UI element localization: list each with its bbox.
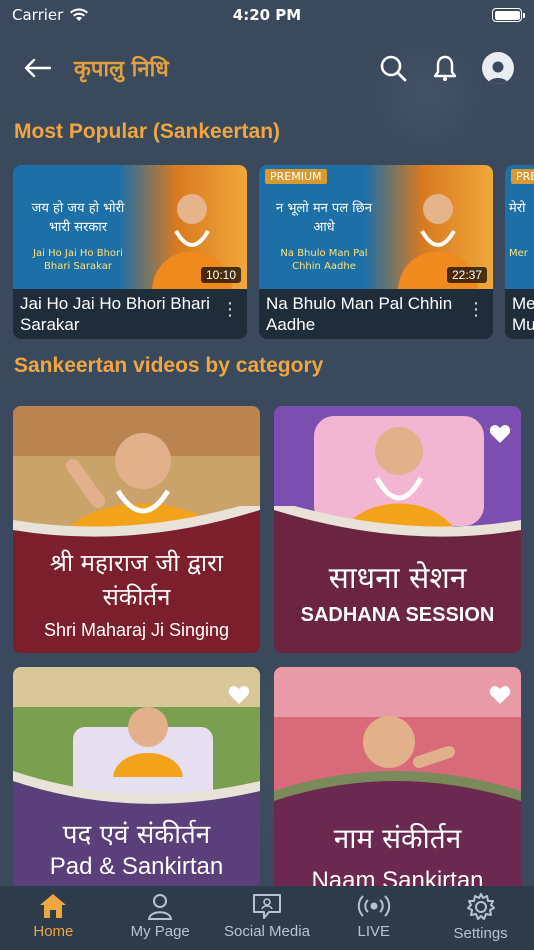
app-header: कृपालु निधि xyxy=(0,40,534,96)
category-hindi-title: नाम संकीर्तन xyxy=(333,822,462,855)
popular-carousel[interactable]: जय हो जय हो भोरी भारी सरकार Jai Ho Jai H… xyxy=(13,165,534,339)
header-actions xyxy=(378,52,514,84)
home-icon xyxy=(40,894,67,918)
carrier-label: Carrier xyxy=(12,6,64,24)
category-grid: श्री महाराज जी द्वारा संकीर्तन Shri Maha… xyxy=(13,406,521,914)
category-english-title: Shri Maharaj Ji Singing xyxy=(43,620,230,640)
gear-icon xyxy=(466,893,495,920)
app-logo: कृपालु निधि xyxy=(74,53,169,83)
video-duration: 10:10 xyxy=(200,267,241,283)
section-title-popular: Most Popular (Sankeertan) xyxy=(14,120,281,143)
notifications-button[interactable] xyxy=(430,53,460,83)
section-title-categories: Sankeertan videos by category xyxy=(14,354,324,377)
popular-video-card-partial[interactable]: PRE मेरो Mer Me Mu xyxy=(505,165,534,339)
battery-icon xyxy=(492,8,525,22)
category-hindi-title: श्री महाराज जी द्वारा संकीर्तन xyxy=(49,549,224,611)
thumbnail-english-text: Na Bhulo Man Pal Chhin Aadhe xyxy=(280,248,368,272)
category-card-maharaj-singing[interactable]: श्री महाराज जी द्वारा संकीर्तन Shri Maha… xyxy=(13,406,260,653)
category-hindi-title: पद एवं संकीर्तन xyxy=(62,820,211,850)
tab-label: Settings xyxy=(453,925,508,942)
wifi-icon xyxy=(70,8,89,21)
category-hindi-title: साधना सेशन xyxy=(328,561,467,596)
tab-settings[interactable]: Settings xyxy=(431,892,531,942)
more-options-icon[interactable]: ⋮ xyxy=(467,301,485,319)
bottom-tab-bar: Home My Page Social Media LIVE Settings xyxy=(0,886,534,950)
video-title: Me Mu xyxy=(512,294,534,334)
bell-icon xyxy=(433,55,457,81)
profile-avatar-icon xyxy=(488,61,508,84)
video-title: Na Bhulo Man Pal Chhin Aadhe xyxy=(266,294,453,334)
video-thumbnail: PREMIUM न भूलो मन पल छिन आधे Na Bhulo Ma… xyxy=(259,165,493,289)
tab-label: Social Media xyxy=(224,923,310,940)
tab-live[interactable]: LIVE xyxy=(324,892,424,940)
category-card-pad-sankirtan[interactable]: पद एवं संकीर्तन Pad & Sankirtan xyxy=(13,667,260,914)
status-time: 4:20 PM xyxy=(232,6,302,24)
favorite-heart-icon[interactable] xyxy=(489,685,511,705)
carrier-info: Carrier xyxy=(12,6,89,24)
video-title: Jai Ho Jai Ho Bhori Bhari Sarakar xyxy=(20,294,210,334)
category-english-title: SADHANA SESSION xyxy=(300,604,495,626)
video-thumbnail: PRE मेरो Mer xyxy=(505,165,534,289)
status-bar: Carrier 4:20 PM xyxy=(0,0,534,30)
premium-badge: PREMIUM xyxy=(265,169,327,184)
search-icon xyxy=(380,55,407,82)
tab-home[interactable]: Home xyxy=(3,892,103,940)
thumbnail-hindi-text: मेरो xyxy=(509,201,526,216)
user-icon xyxy=(148,894,173,920)
popular-video-card[interactable]: जय हो जय हो भोरी भारी सरकार Jai Ho Jai H… xyxy=(13,165,247,339)
favorite-heart-icon[interactable] xyxy=(228,685,250,705)
thumbnail-english-text: Mer xyxy=(509,248,528,259)
back-button[interactable] xyxy=(20,51,54,85)
tab-my-page[interactable]: My Page xyxy=(110,892,210,940)
popular-video-card[interactable]: PREMIUM न भूलो मन पल छिन आधे Na Bhulo Ma… xyxy=(259,165,493,339)
premium-badge: PRE xyxy=(511,169,534,184)
chat-bubble-icon xyxy=(252,894,281,919)
thumbnail-hindi-text: जय हो जय हो भोरी भारी सरकार xyxy=(31,201,125,235)
video-thumbnail: जय हो जय हो भोरी भारी सरकार Jai Ho Jai H… xyxy=(13,165,247,289)
category-card-naam-sankirtan[interactable]: नाम संकीर्तन Naam Sankirtan xyxy=(274,667,521,914)
category-card-sadhana-session[interactable]: साधना सेशन SADHANA SESSION xyxy=(274,406,521,653)
search-button[interactable] xyxy=(378,53,408,83)
more-options-icon[interactable]: ⋮ xyxy=(221,301,239,319)
broadcast-icon xyxy=(357,895,390,917)
thumbnail-hindi-text: न भूलो मन पल छिन आधे xyxy=(276,201,372,235)
logo-text: कृपालु निधि xyxy=(74,56,169,82)
category-english-title: Pad & Sankirtan xyxy=(49,853,224,880)
tab-label: Home xyxy=(33,923,74,940)
video-duration: 22:37 xyxy=(446,267,487,283)
tab-label: LIVE xyxy=(357,923,391,940)
favorite-heart-icon[interactable] xyxy=(489,424,511,444)
tab-social-media[interactable]: Social Media xyxy=(217,892,317,940)
thumbnail-english-text: Jai Ho Jai Ho Bhori Bhari Sarakar xyxy=(33,248,123,272)
back-arrow-icon xyxy=(24,58,51,78)
profile-avatar-button[interactable] xyxy=(482,52,514,84)
tab-label: My Page xyxy=(130,923,190,940)
